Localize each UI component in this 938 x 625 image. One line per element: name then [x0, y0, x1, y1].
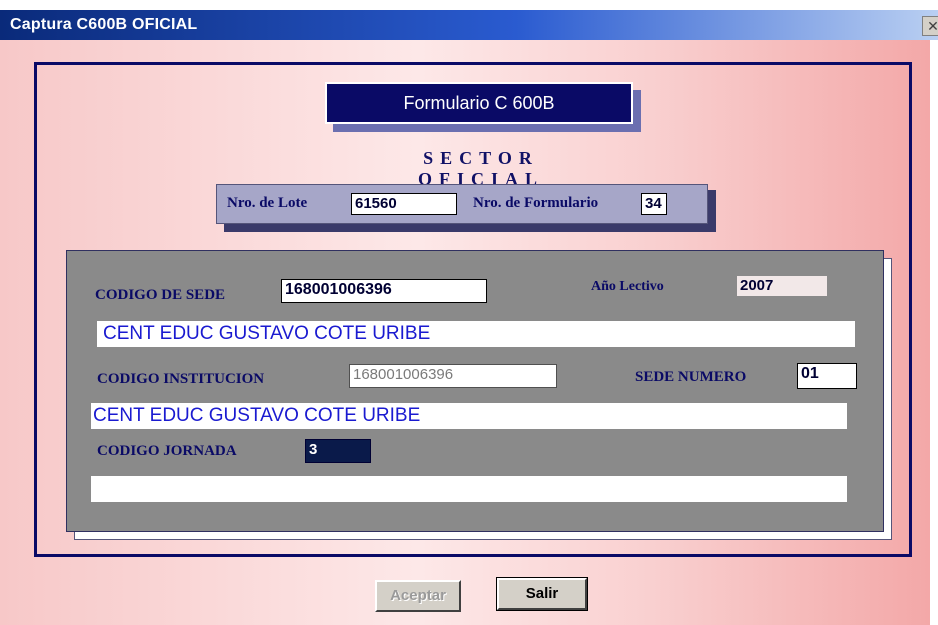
form-title: Formulario C 600B: [325, 82, 633, 124]
institucion-name-field[interactable]: CENT EDUC GUSTAVO COTE URIBE: [91, 403, 847, 429]
codigo-institucion-label: CODIGO INSTITUCION: [97, 371, 265, 387]
anio-lectivo-value: 2007: [737, 276, 827, 296]
lote-box: Nro. de Lote 61560 Nro. de Formulario 34: [216, 184, 708, 224]
sede-numero-label: SEDE NUMERO: [635, 369, 747, 385]
anio-lectivo-label: Año Lectivo: [591, 279, 664, 294]
sede-panel: CODIGO DE SEDE 168001006396 Año Lectivo …: [66, 250, 884, 532]
lote-label: Nro. de Lote: [227, 195, 308, 211]
salir-button[interactable]: Salir: [496, 577, 588, 611]
window-title: Captura C600B OFICIAL: [10, 16, 198, 33]
sede-name-field[interactable]: CENT EDUC GUSTAVO COTE URIBE: [97, 321, 855, 347]
form-client-area: Formulario C 600B SECTOR OFICIAL Nro. de…: [0, 40, 930, 625]
codigo-sede-label: CODIGO DE SEDE: [95, 287, 226, 303]
codigo-jornada-input[interactable]: 3: [305, 439, 371, 463]
lote-input[interactable]: 61560: [351, 193, 457, 215]
close-icon[interactable]: ✕: [922, 16, 938, 36]
formulario-input[interactable]: 34: [641, 193, 667, 215]
codigo-jornada-label: CODIGO JORNADA: [97, 443, 237, 459]
jornada-name-field[interactable]: [91, 476, 847, 502]
title-bar: Captura C600B OFICIAL ✕: [0, 10, 938, 40]
aceptar-button[interactable]: Aceptar: [375, 580, 461, 612]
app-window: Captura C600B OFICIAL ✕ Formulario C 600…: [0, 0, 938, 625]
formulario-label: Nro. de Formulario: [473, 195, 599, 211]
codigo-sede-input[interactable]: 168001006396: [281, 279, 487, 303]
sede-numero-input[interactable]: 01: [797, 363, 857, 389]
codigo-institucion-input: 168001006396: [349, 364, 557, 388]
